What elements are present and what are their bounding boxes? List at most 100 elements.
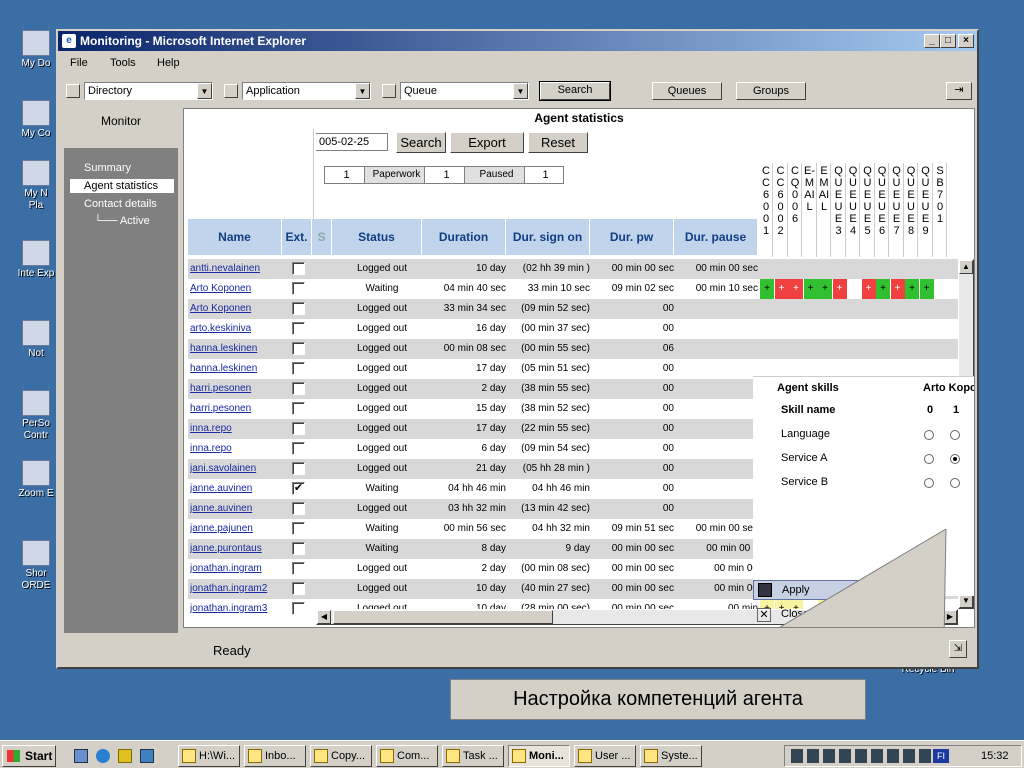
ext-checkbox[interactable] xyxy=(292,302,305,315)
export-button[interactable]: Export xyxy=(450,132,524,153)
skill-level-radio[interactable] xyxy=(950,454,960,464)
nav-active[interactable]: └── Active xyxy=(94,215,150,227)
desktop-icon[interactable]: Zoom E xyxy=(16,460,56,500)
skill-level-radio[interactable] xyxy=(950,430,960,440)
ext-checkbox[interactable] xyxy=(292,582,305,595)
skill-level-radio[interactable] xyxy=(924,454,934,464)
skill-col-header[interactable]: E-MAIL xyxy=(804,163,817,257)
skill-col-header[interactable]: CQ006 xyxy=(789,163,802,257)
ext-checkbox[interactable] xyxy=(292,322,305,335)
skill-col-header[interactable]: CC6002 xyxy=(775,163,788,257)
skill-col-header[interactable]: QUEUE9 xyxy=(920,163,933,257)
chevron-down-icon[interactable]: ▼ xyxy=(513,83,528,99)
ext-checkbox[interactable]: ✔ xyxy=(292,482,305,495)
ext-checkbox[interactable] xyxy=(292,342,305,355)
taskbar-task[interactable]: Inbo... xyxy=(244,745,306,767)
desktop-icon[interactable]: PerSo Contr xyxy=(16,390,56,442)
quicklaunch-app-icon[interactable] xyxy=(118,749,132,763)
scroll-up-icon[interactable]: ▲ xyxy=(959,260,973,274)
skill-level-radio[interactable] xyxy=(924,478,934,488)
agent-name-link[interactable]: inna.repo xyxy=(190,439,282,459)
agent-name-link[interactable]: harri.pesonen xyxy=(190,399,282,419)
col-dur-pause[interactable]: Dur. pause xyxy=(674,219,758,255)
exit-icon[interactable]: ⇥ xyxy=(946,82,972,100)
skill-col-header[interactable]: CC6001 xyxy=(760,163,773,257)
table-row[interactable]: Arto Koponen Logged out 33 min 34 sec (09 m… xyxy=(188,299,964,319)
ext-checkbox[interactable] xyxy=(292,602,305,615)
desktop-icon[interactable]: Not xyxy=(16,320,56,360)
reset-button[interactable]: Reset xyxy=(528,132,588,153)
agent-name-link[interactable]: janne.auvinen xyxy=(190,479,282,499)
ext-checkbox[interactable] xyxy=(292,542,305,555)
queue-select[interactable]: Queue ▼ xyxy=(400,82,529,100)
ext-checkbox[interactable] xyxy=(292,402,305,415)
col-duration[interactable]: Duration xyxy=(422,219,506,255)
quicklaunch-outlook-icon[interactable] xyxy=(140,749,154,763)
toolbar-search-button[interactable]: Search xyxy=(539,81,611,101)
date-field[interactable]: 005-02-25 xyxy=(316,133,388,151)
skill-level-radio[interactable] xyxy=(924,430,934,440)
search-button[interactable]: Search xyxy=(396,132,446,153)
application-select[interactable]: Application ▼ xyxy=(242,82,371,100)
tray-language[interactable]: FI xyxy=(933,749,949,763)
chevron-down-icon[interactable]: ▼ xyxy=(197,83,212,99)
groups-button[interactable]: Groups xyxy=(736,82,806,100)
directory-select[interactable]: Directory ▼ xyxy=(84,82,213,100)
ext-checkbox[interactable] xyxy=(292,262,305,275)
table-row[interactable]: antti.nevalainen Logged out 10 day (02 hh 3… xyxy=(188,259,964,279)
agent-name-link[interactable]: harri.pesonen xyxy=(190,379,282,399)
col-status[interactable]: Status xyxy=(332,219,422,255)
agent-name-link[interactable]: janne.auvinen xyxy=(190,499,282,519)
taskbar-task[interactable]: User ... xyxy=(574,745,636,767)
queues-button[interactable]: Queues xyxy=(652,82,722,100)
skill-level-radio[interactable] xyxy=(950,478,960,488)
agent-name-link[interactable]: Arto Koponen xyxy=(190,299,282,319)
table-row[interactable]: hanna.leskinen Logged out 00 min 08 sec (00… xyxy=(188,339,964,359)
ext-checkbox[interactable] xyxy=(292,422,305,435)
table-row[interactable]: arto.keskiniva Logged out 16 day (00 min 37… xyxy=(188,319,964,339)
skill-col-header[interactable]: QUEUE3 xyxy=(833,163,846,257)
tray-icons[interactable] xyxy=(791,749,931,763)
agent-name-link[interactable]: hanna.leskinen xyxy=(190,339,282,359)
nav-contact-details[interactable]: Contact details xyxy=(84,198,157,210)
quicklaunch-desktop-icon[interactable] xyxy=(74,749,88,763)
skill-col-header[interactable]: QUEUE5 xyxy=(862,163,875,257)
taskbar-task[interactable]: Copy... xyxy=(310,745,372,767)
scroll-thumb[interactable] xyxy=(333,610,553,624)
desktop-icon[interactable]: Shor ORDE xyxy=(16,540,56,592)
agent-name-link[interactable]: inna.repo xyxy=(190,419,282,439)
ext-checkbox[interactable] xyxy=(292,562,305,575)
ext-checkbox[interactable] xyxy=(292,462,305,475)
nav-summary[interactable]: Summary xyxy=(84,162,131,174)
agent-name-link[interactable]: janne.purontaus xyxy=(190,539,282,559)
title-bar[interactable]: e Monitoring - Microsoft Internet Explor… xyxy=(58,31,977,51)
ext-checkbox[interactable] xyxy=(292,382,305,395)
ext-checkbox[interactable] xyxy=(292,502,305,515)
col-name[interactable]: Name xyxy=(188,219,282,255)
skill-col-header[interactable]: EMAIL xyxy=(818,163,831,257)
agent-name-link[interactable]: jani.savolainen xyxy=(190,459,282,479)
agent-name-link[interactable]: janne.pajunen xyxy=(190,519,282,539)
desktop-icon[interactable]: My Co xyxy=(16,100,56,140)
resize-grip-icon[interactable]: ⇲ xyxy=(949,640,967,658)
skill-col-header[interactable]: QUEUE7 xyxy=(891,163,904,257)
scroll-left-icon[interactable]: ◀ xyxy=(317,610,331,624)
menu-help[interactable]: Help xyxy=(157,57,180,69)
menu-tools[interactable]: Tools xyxy=(110,57,136,69)
taskbar-task[interactable]: Moni... xyxy=(508,745,570,767)
col-dur-pw[interactable]: Dur. pw xyxy=(590,219,674,255)
desktop-icon[interactable]: My Do xyxy=(16,30,56,70)
start-button[interactable]: Start xyxy=(2,745,56,767)
close-window-button[interactable]: × xyxy=(958,34,974,48)
col-dur-sign-on[interactable]: Dur. sign on xyxy=(506,219,590,255)
skill-col-header[interactable]: QUEUE4 xyxy=(847,163,860,257)
col-s[interactable]: S xyxy=(312,219,332,255)
ext-checkbox[interactable] xyxy=(292,362,305,375)
agent-name-link[interactable]: antti.nevalainen xyxy=(190,259,282,279)
ext-checkbox[interactable] xyxy=(292,522,305,535)
agent-name-link[interactable]: jonathan.ingram3 xyxy=(190,599,282,619)
col-ext[interactable]: Ext. xyxy=(282,219,312,255)
agent-name-link[interactable]: hanna.leskinen xyxy=(190,359,282,379)
chevron-down-icon[interactable]: ▼ xyxy=(355,83,370,99)
taskbar-task[interactable]: H:\Wi... xyxy=(178,745,240,767)
